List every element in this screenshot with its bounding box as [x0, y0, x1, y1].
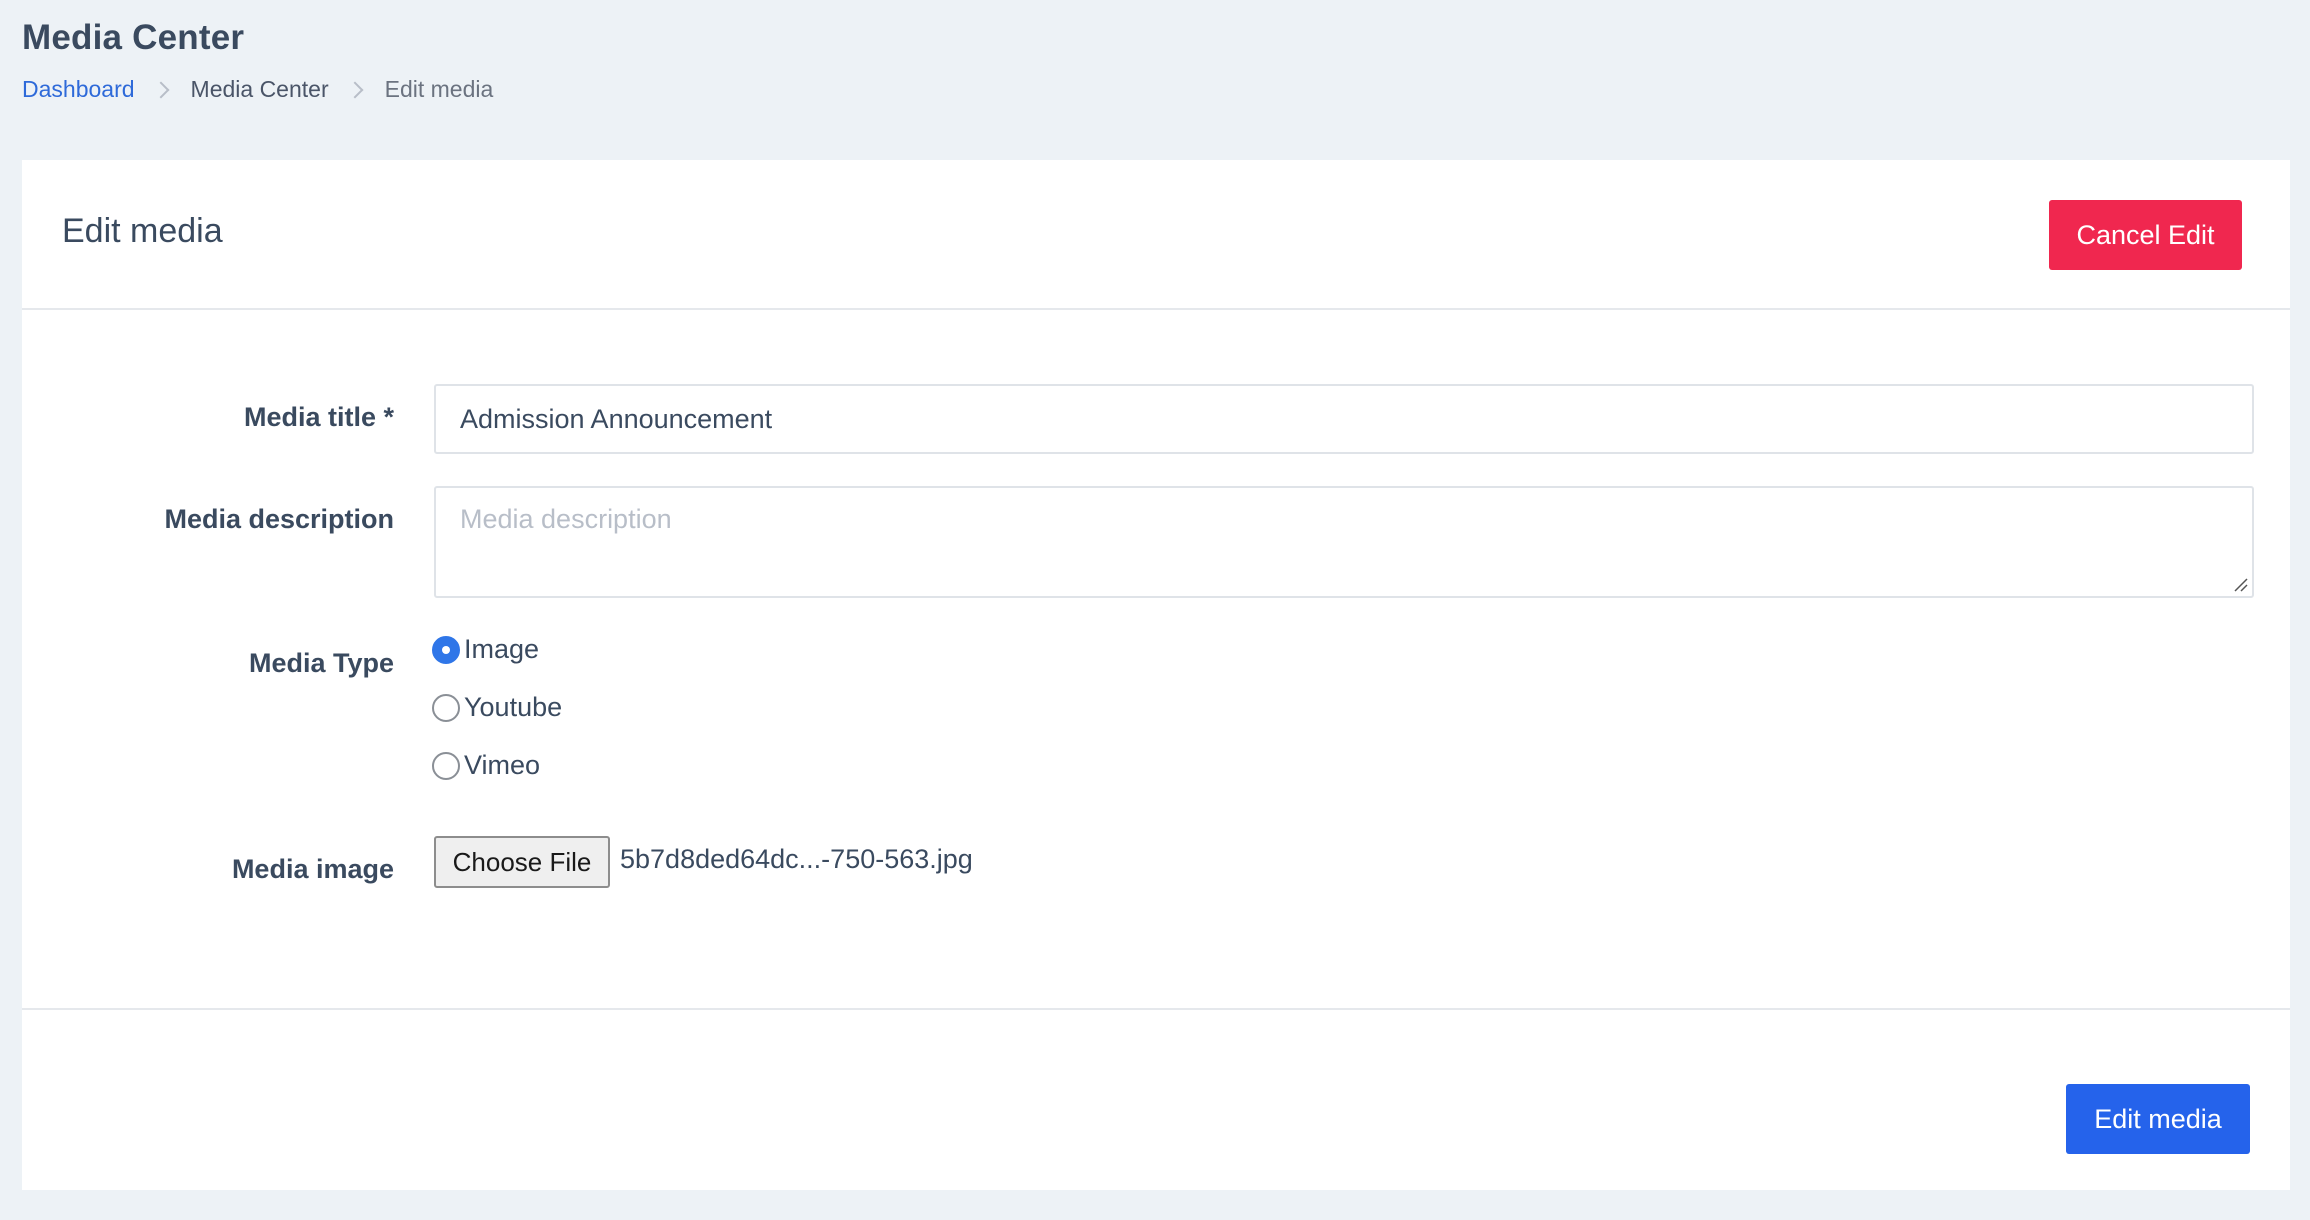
- media-type-youtube-option[interactable]: Youtube: [432, 692, 562, 723]
- breadcrumb: Dashboard Media Center Edit media: [22, 76, 493, 103]
- media-description-textarea[interactable]: Media description: [434, 486, 2254, 598]
- media-description-placeholder: Media description: [460, 504, 672, 534]
- cancel-edit-button[interactable]: Cancel Edit: [2049, 200, 2242, 270]
- radio-label-image: Image: [464, 634, 540, 664]
- card-title: Edit media: [62, 212, 223, 250]
- chevron-right-icon: [152, 81, 170, 98]
- page-title: Media Center: [22, 18, 245, 57]
- radio-checked-icon[interactable]: [432, 635, 460, 664]
- resize-grip-icon[interactable]: [2232, 576, 2248, 592]
- choose-file-button[interactable]: Choose File: [434, 836, 610, 888]
- edit-media-card: Edit media Cancel Edit Media title * Adm…: [22, 160, 2290, 1190]
- media-type-image-option[interactable]: Image: [432, 634, 539, 665]
- media-title-input[interactable]: Admission Announcement: [434, 384, 2254, 454]
- media-title-label: Media title *: [243, 402, 394, 432]
- breadcrumb-current: Edit media: [384, 76, 494, 102]
- radio-label-vimeo: Vimeo: [464, 750, 541, 780]
- selected-file-name: 5b7d8ded64dc...-750-563.jpg: [620, 844, 973, 874]
- media-description-label: Media description: [164, 504, 394, 534]
- media-image-label: Media image: [231, 854, 394, 884]
- page-header: Media Center: [22, 18, 244, 58]
- breadcrumb-dashboard-link[interactable]: Dashboard: [22, 76, 135, 103]
- radio-label-youtube: Youtube: [464, 692, 563, 722]
- media-type-vimeo-option[interactable]: Vimeo: [432, 750, 540, 781]
- card-header: Edit media Cancel Edit: [22, 160, 2290, 310]
- media-type-label: Media Type: [248, 648, 394, 678]
- footer-divider: [22, 1008, 2290, 1010]
- chevron-right-icon: [346, 81, 364, 98]
- breadcrumb-media-center[interactable]: Media Center: [191, 76, 329, 103]
- radio-unchecked-icon[interactable]: [432, 693, 460, 722]
- radio-unchecked-icon[interactable]: [432, 751, 460, 780]
- edit-media-submit-button[interactable]: Edit media: [2066, 1084, 2250, 1154]
